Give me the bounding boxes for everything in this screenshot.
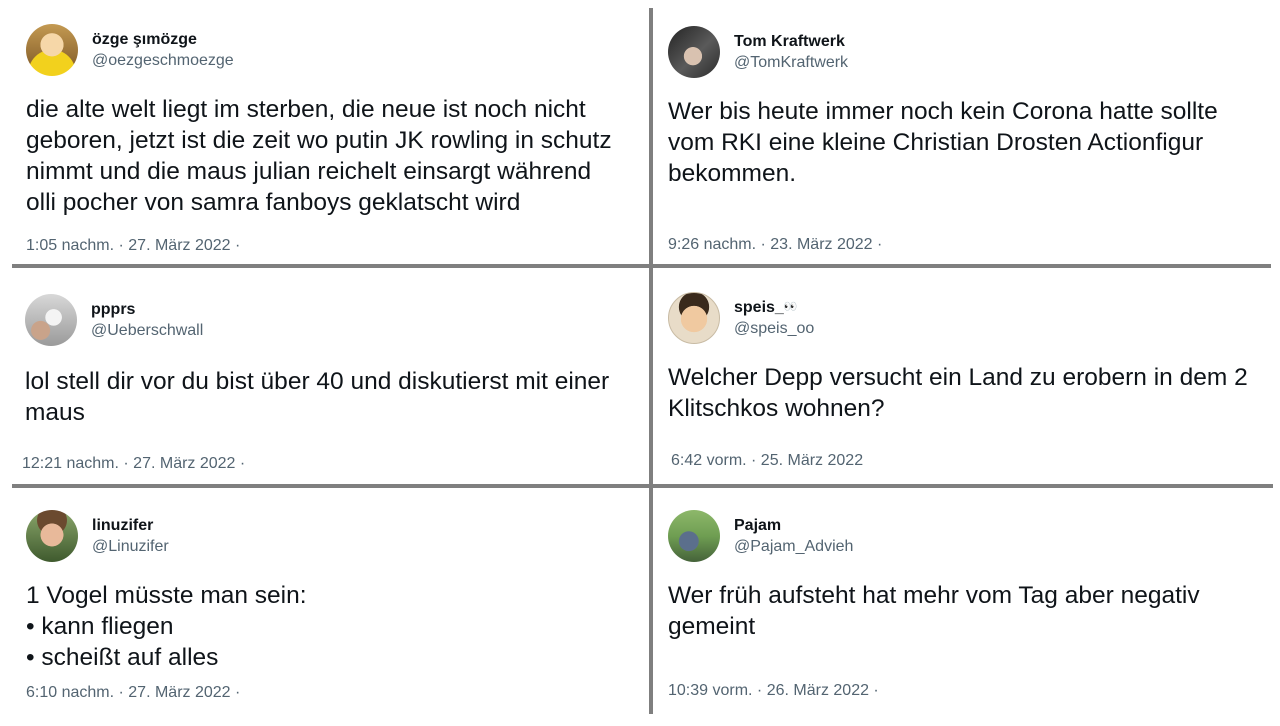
avatar[interactable]: [668, 26, 720, 78]
tweet-card[interactable]: ppprs @Ueberschwall lol stell dir vor du…: [22, 294, 644, 480]
user-handle[interactable]: @Ueberschwall: [91, 320, 203, 341]
tweet-timestamp[interactable]: 1:05 nachm. · 27. März 2022 ·: [26, 237, 240, 255]
avatar[interactable]: [26, 24, 78, 76]
avatar[interactable]: [26, 510, 78, 562]
display-name[interactable]: özge şımözge: [92, 29, 234, 50]
tweet-text: Wer früh aufsteht hat mehr vom Tag aber …: [668, 582, 1200, 640]
tweet-timestamp[interactable]: 9:26 nachm. · 23. März 2022 ·: [668, 236, 882, 254]
horizontal-divider: [12, 264, 1271, 268]
tweet-text: 1 Vogel müsste man sein: • kann fliegen …: [26, 582, 307, 671]
avatar[interactable]: [25, 294, 77, 346]
tweet-card[interactable]: Tom Kraftwerk @TomKraftwerk Wer bis heut…: [668, 26, 1268, 260]
avatar[interactable]: [668, 510, 720, 562]
display-name[interactable]: ppprs: [91, 299, 203, 320]
tweet-card[interactable]: speis_👀 @speis_oo Welcher Depp versucht …: [668, 292, 1273, 480]
tweet-text: Welcher Depp versucht ein Land zu erober…: [668, 364, 1248, 422]
tweet-header: Pajam @Pajam_Advieh: [668, 510, 853, 562]
horizontal-divider: [12, 484, 1273, 488]
user-handle[interactable]: @speis_oo: [734, 318, 814, 339]
tweet-text: die alte welt liegt im sterben, die neue…: [26, 96, 612, 216]
tweet-header: linuzifer @Linuzifer: [26, 510, 169, 562]
display-name[interactable]: Tom Kraftwerk: [734, 31, 848, 52]
display-name-text: speis_: [734, 299, 784, 316]
user-handle[interactable]: @TomKraftwerk: [734, 52, 848, 73]
tweet-collage: özge şımözge @oezgeschmoezge die alte we…: [0, 0, 1280, 726]
tweet-header: özge şımözge @oezgeschmoezge: [26, 24, 234, 76]
display-name[interactable]: speis_👀: [734, 297, 814, 318]
vertical-divider: [649, 8, 653, 714]
tweet-timestamp[interactable]: 6:42 vorm. · 25. März 2022: [671, 452, 863, 470]
avatar[interactable]: [668, 292, 720, 344]
tweet-text: lol stell dir vor du bist über 40 und di…: [25, 368, 610, 426]
tweet-header: Tom Kraftwerk @TomKraftwerk: [668, 26, 848, 78]
user-handle[interactable]: @Pajam_Advieh: [734, 536, 853, 557]
tweet-card[interactable]: linuzifer @Linuzifer 1 Vogel müsste man …: [26, 510, 641, 710]
tweet-timestamp[interactable]: 10:39 vorm. · 26. März 2022 ·: [668, 682, 879, 700]
user-handle[interactable]: @Linuzifer: [92, 536, 169, 557]
tweet-header: ppprs @Ueberschwall: [25, 294, 203, 346]
eyes-emoji-icon: 👀: [783, 301, 799, 313]
tweet-timestamp[interactable]: 12:21 nachm. · 27. März 2022 ·: [22, 455, 245, 473]
tweet-card[interactable]: özge şımözge @oezgeschmoezge die alte we…: [26, 24, 641, 260]
tweet-header: speis_👀 @speis_oo: [668, 292, 814, 344]
user-handle[interactable]: @oezgeschmoezge: [92, 50, 234, 71]
tweet-timestamp[interactable]: 6:10 nachm. · 27. März 2022 ·: [26, 684, 240, 702]
display-name[interactable]: Pajam: [734, 515, 853, 536]
tweet-card[interactable]: Pajam @Pajam_Advieh Wer früh aufsteht ha…: [668, 510, 1268, 710]
display-name[interactable]: linuzifer: [92, 515, 169, 536]
tweet-text: Wer bis heute immer noch kein Corona hat…: [668, 98, 1218, 187]
